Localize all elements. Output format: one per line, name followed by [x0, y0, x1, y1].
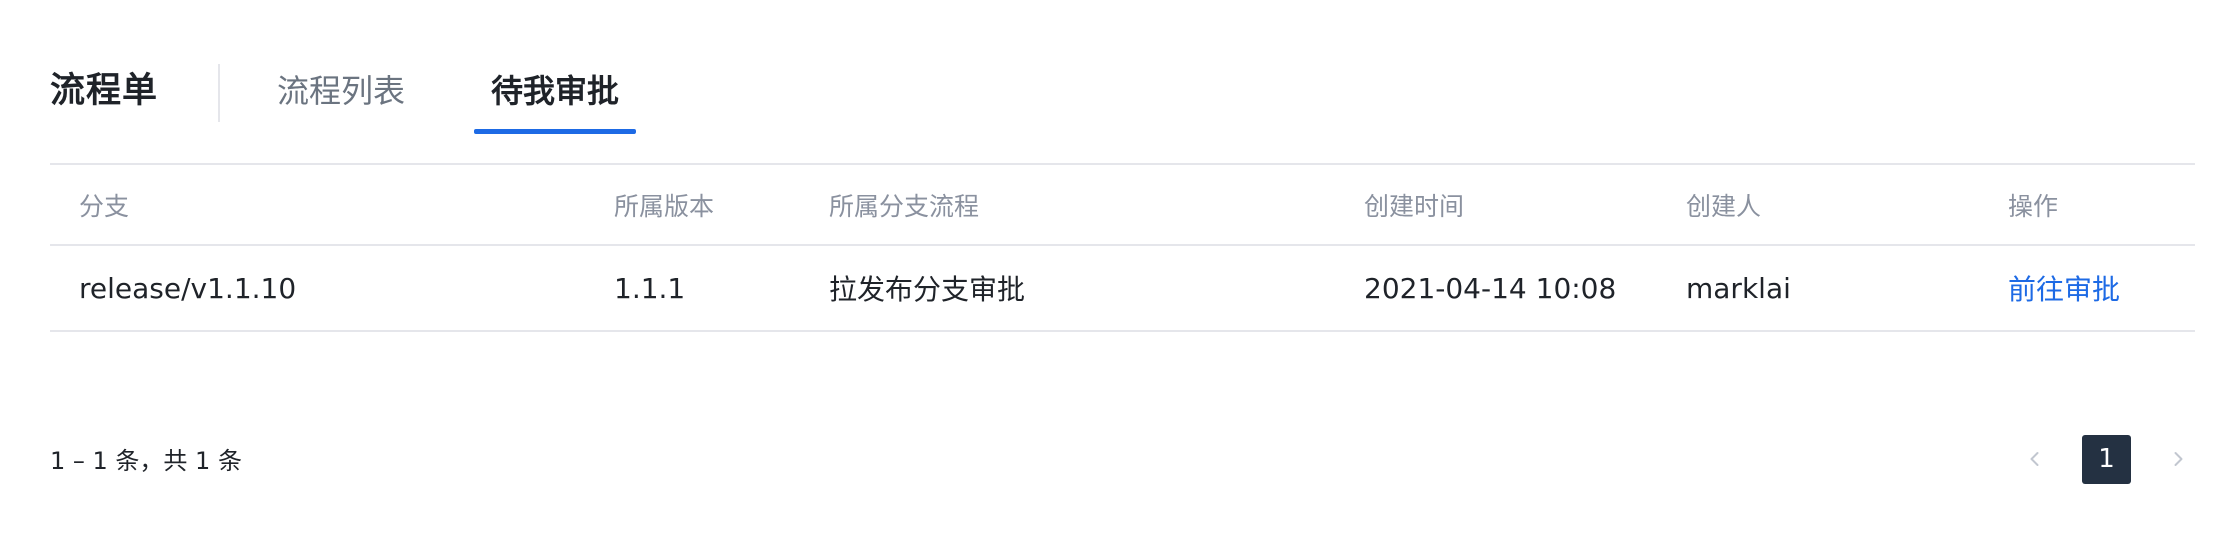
column-header-actions: 操作	[2008, 191, 2059, 221]
pagination-summary: 1 – 1 条，共 1 条	[50, 446, 242, 475]
table-row: release/v1.1.10 1.1.1 拉发布分支审批 2021-04-14…	[50, 244, 2195, 332]
page-title: 流程单	[50, 71, 159, 111]
column-header-version: 所属版本	[614, 191, 715, 221]
tab-process-list[interactable]: 流程列表	[276, 60, 406, 132]
cell-flow: 拉发布分支审批	[829, 273, 1026, 306]
tab-pending-my-approval-label: 待我审批	[490, 72, 619, 110]
column-header-flow: 所属分支流程	[829, 191, 980, 221]
active-tab-indicator	[474, 129, 636, 134]
chevron-left-icon	[2030, 452, 2039, 466]
column-header-branch: 分支	[79, 191, 130, 221]
column-header-created-at: 创建时间	[1364, 191, 1465, 221]
page-number-current[interactable]: 1	[2082, 434, 2131, 484]
cell-version: 1.1.1	[614, 271, 686, 305]
cell-creator: marklai	[1686, 271, 1791, 305]
approval-table: 分支 所属版本 所属分支流程 创建时间 创建人 操作 release/v1.1.…	[50, 163, 2195, 332]
pagination: 1	[2010, 434, 2203, 484]
prev-page-button[interactable]	[2010, 434, 2060, 484]
cell-created-at: 2021-04-14 10:08	[1364, 271, 1617, 305]
cell-branch: release/v1.1.10	[79, 271, 297, 305]
column-header-creator: 创建人	[1686, 191, 1762, 221]
table-header-row: 分支 所属版本 所属分支流程 创建时间 创建人 操作	[50, 163, 2195, 244]
header-divider	[218, 64, 220, 122]
tab-pending-my-approval[interactable]: 待我审批	[474, 60, 636, 134]
chevron-right-icon	[2174, 452, 2183, 466]
page-header: 流程单 流程列表 待我审批	[50, 60, 636, 134]
go-approve-link[interactable]: 前往审批	[2008, 246, 2120, 330]
next-page-button[interactable]	[2153, 434, 2203, 484]
tab-process-list-label: 流程列表	[276, 72, 405, 110]
